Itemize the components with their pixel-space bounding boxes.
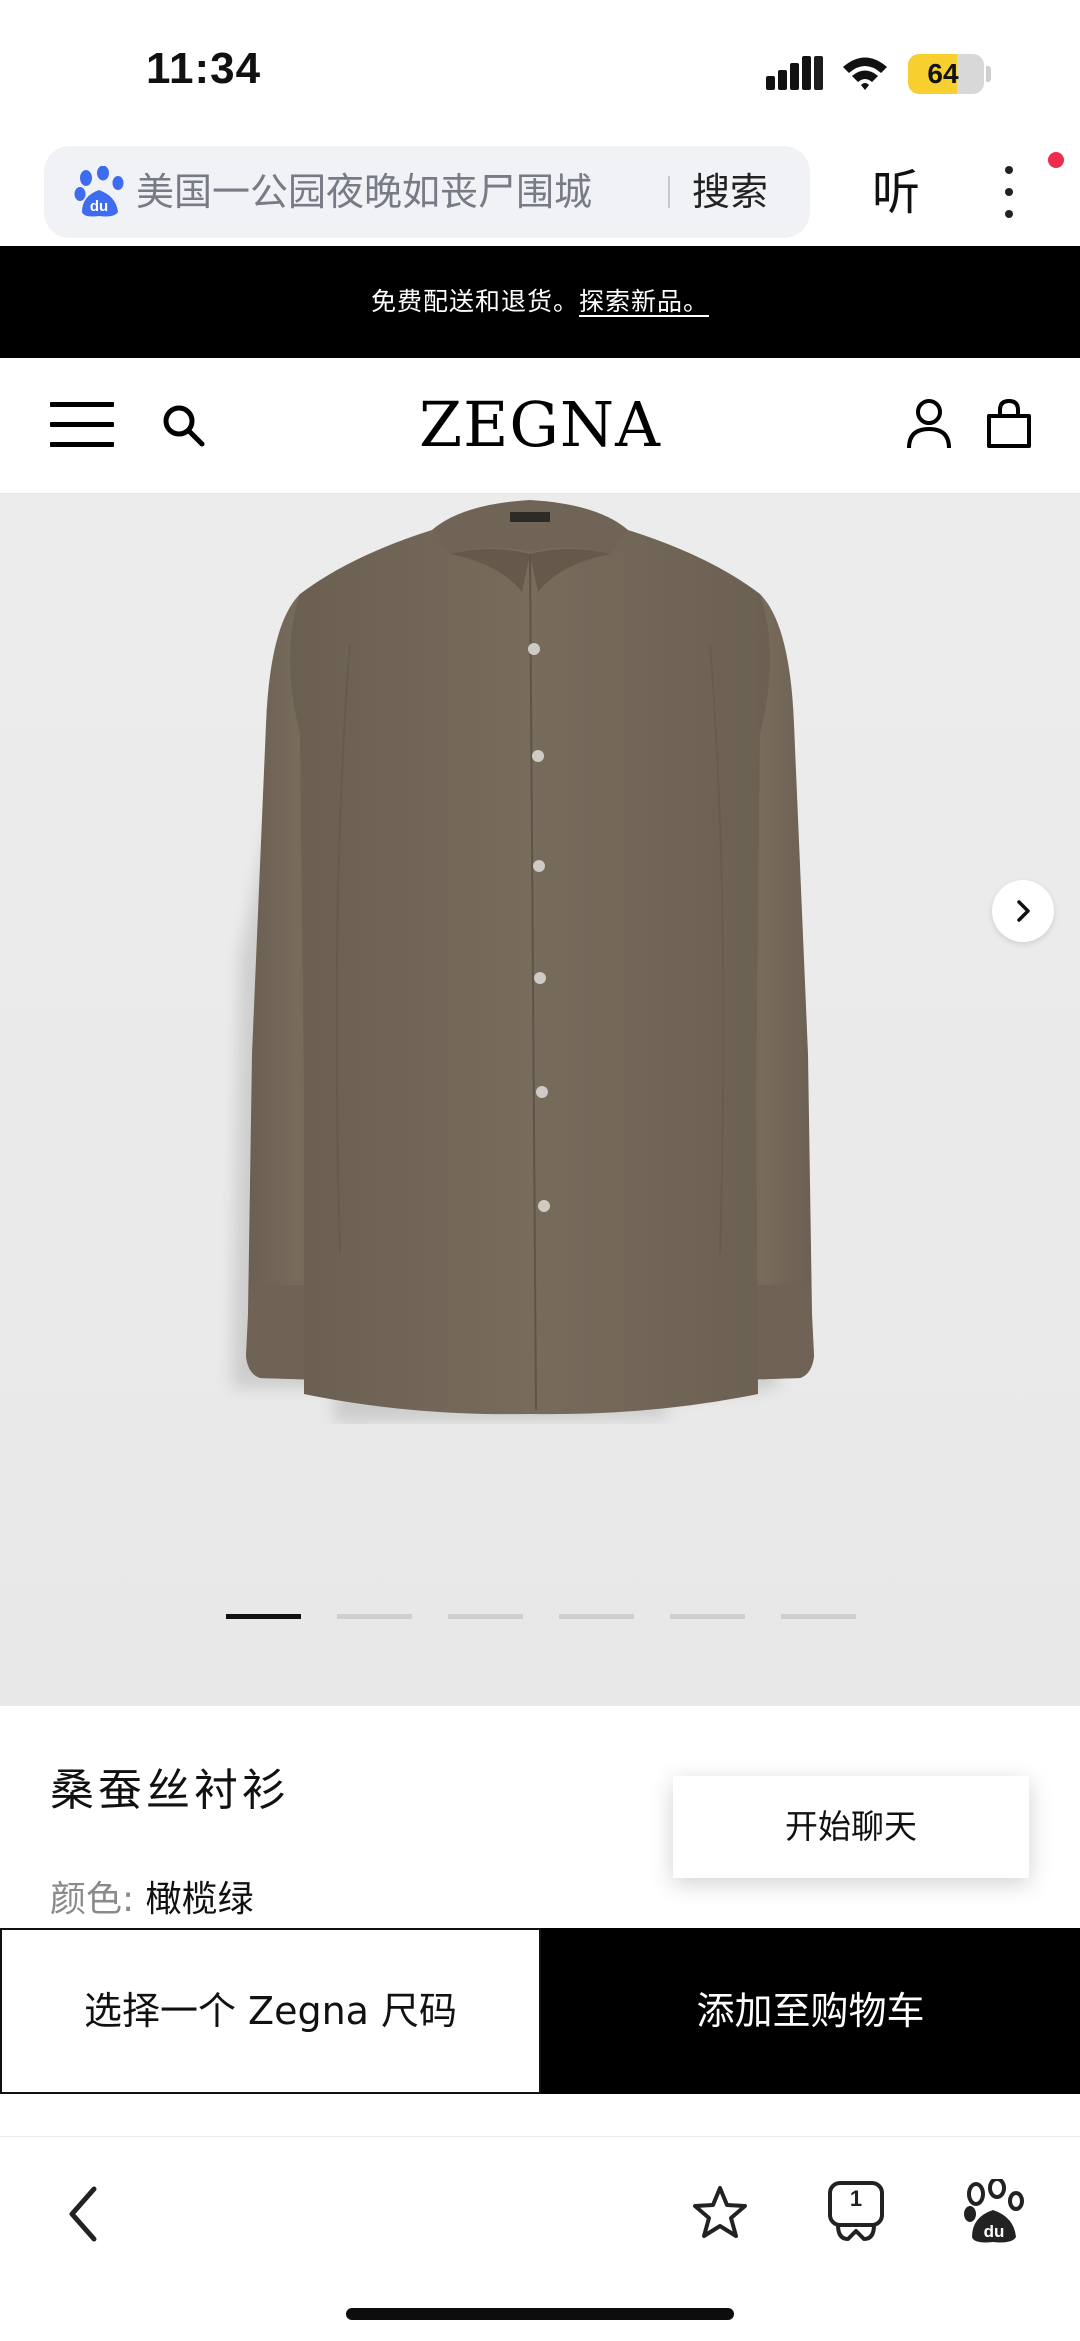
notification-dot [1048, 152, 1064, 168]
home-indicator[interactable] [346, 2308, 734, 2320]
carousel-dot[interactable] [670, 1614, 745, 1619]
star-icon[interactable] [690, 2183, 750, 2243]
carousel-dot[interactable] [781, 1614, 856, 1619]
hamburger-menu-icon[interactable] [50, 402, 114, 450]
carousel-dot[interactable] [559, 1614, 634, 1619]
battery-cap [986, 66, 991, 82]
carousel-dot[interactable] [448, 1614, 523, 1619]
promo-banner: 免费配送和退货。探索新品。 [0, 246, 1080, 358]
start-chat-button[interactable]: 开始聊天 [673, 1776, 1029, 1878]
shopping-bag-icon[interactable] [986, 398, 1032, 450]
search-icon[interactable] [160, 402, 208, 450]
account-icon[interactable] [906, 398, 952, 450]
chevron-right-icon[interactable] [992, 880, 1054, 942]
site-header: ZEGNA [0, 358, 1080, 494]
product-action-bar: 选择一个 Zegna 尺码 添加至购物车 [0, 1928, 1080, 2094]
color-row: 颜色: 橄榄绿 [50, 1870, 254, 1922]
color-value: 橄榄绿 [145, 1879, 254, 1920]
cellular-signal-icon [766, 56, 823, 90]
search-query-text[interactable]: 美国一公园夜晚如丧尸围城 [136, 146, 592, 238]
baidu-paw-icon: du [74, 166, 124, 217]
svg-text:du: du [984, 2222, 1005, 2241]
tabs-icon[interactable]: 1 [826, 2179, 886, 2245]
listen-button[interactable]: 听 [872, 150, 920, 236]
product-image-gallery[interactable] [0, 494, 1080, 1706]
carousel-dot[interactable] [337, 1614, 412, 1619]
battery-level: 64 [927, 58, 959, 89]
promo-text: 免费配送和退货。 [370, 287, 579, 316]
product-title: 桑蚕丝衬衫 [50, 1765, 290, 1816]
chevron-left-icon[interactable] [60, 2179, 110, 2249]
zegna-logo[interactable]: ZEGNA [390, 388, 690, 461]
color-label: 颜色: [50, 1879, 135, 1920]
status-bar: 11:34 64 [0, 0, 1080, 140]
search-divider [668, 176, 670, 208]
svg-text:du: du [90, 198, 108, 215]
carousel-dot[interactable] [226, 1614, 301, 1619]
battery-indicator: 64 [908, 54, 984, 94]
search-button[interactable]: 搜索 [692, 146, 768, 238]
add-to-cart-button[interactable]: 添加至购物车 [541, 1928, 1080, 2094]
promo-link[interactable]: 探索新品。 [579, 287, 709, 316]
select-size-button[interactable]: 选择一个 Zegna 尺码 [0, 1928, 541, 2094]
tab-count: 1 [849, 2186, 863, 2211]
more-vertical-icon[interactable] [996, 160, 1022, 224]
baidu-home-icon[interactable]: du [962, 2179, 1024, 2245]
status-time: 11:34 [146, 44, 262, 93]
browser-search-bar[interactable]: du 美国一公园夜晚如丧尸围城 搜索 [44, 146, 810, 238]
carousel-pagination [226, 1614, 856, 1620]
wifi-icon [843, 57, 887, 90]
olive-silk-shirt-image [232, 500, 814, 1423]
